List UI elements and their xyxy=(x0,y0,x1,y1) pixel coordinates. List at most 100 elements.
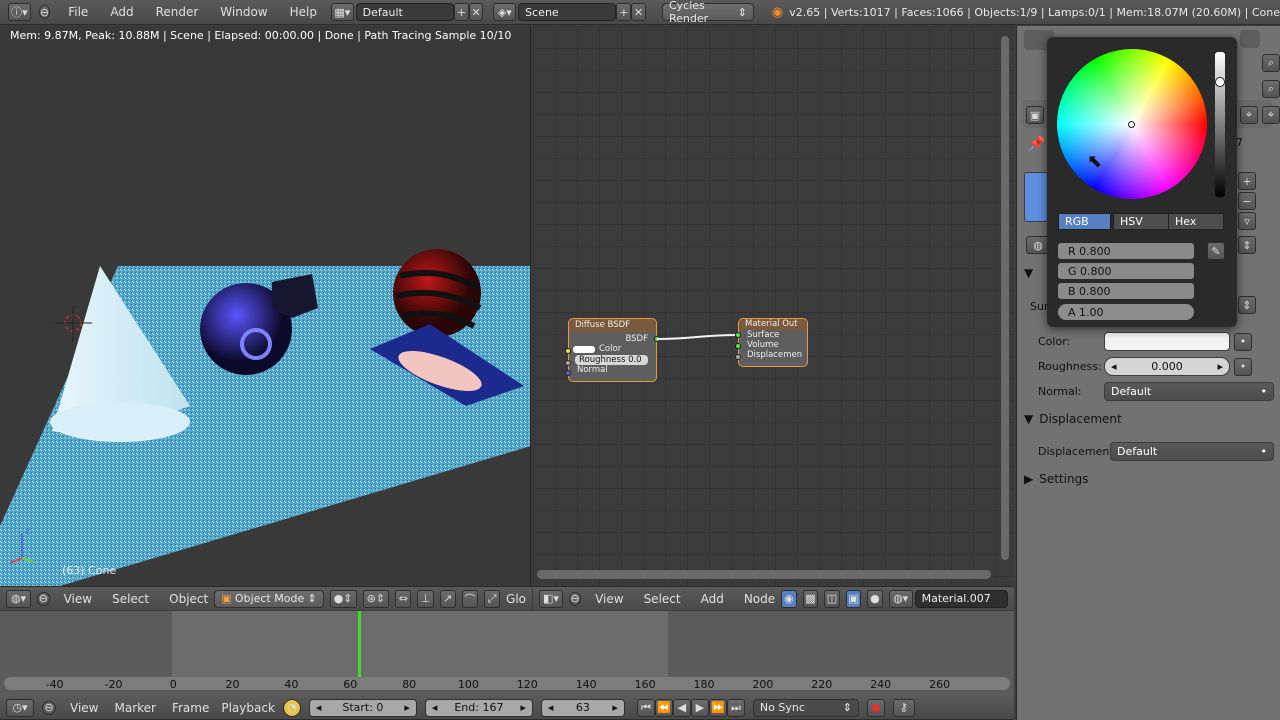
sync-select[interactable]: No Sync ⇕ xyxy=(752,698,859,717)
menu-render[interactable]: Render xyxy=(156,5,199,19)
end-frame-field[interactable]: ◂ End: 167 ▸ xyxy=(424,698,533,717)
play-icon[interactable]: ▶ xyxy=(690,698,709,717)
g-slider[interactable]: G 0.800 xyxy=(1057,262,1195,280)
add-scene-icon[interactable]: + xyxy=(616,3,632,21)
menu-view[interactable]: View xyxy=(70,701,98,715)
surface-menu-icon[interactable]: ⇕ xyxy=(1238,296,1256,314)
compositing-nodes-icon[interactable]: ▩ xyxy=(802,589,819,608)
menu-frame[interactable]: Frame xyxy=(172,701,209,715)
3d-viewport[interactable]: z Mem: 9.87M, Peak: 10.88M | Scene | Ela… xyxy=(0,26,531,586)
next-keyframe-icon[interactable]: ⏩ xyxy=(708,698,727,717)
manipulator-icon[interactable]: ⇔ xyxy=(395,589,412,608)
pivot-icon[interactable]: ⊛⇕ xyxy=(362,589,390,608)
b-slider[interactable]: B 0.800 xyxy=(1057,282,1195,300)
orientation-select[interactable]: Glo xyxy=(506,592,526,606)
add-slot-icon[interactable]: + xyxy=(1238,172,1256,190)
search-icon[interactable]: ⌕ xyxy=(1262,80,1280,98)
transform-icon[interactable]: ⤢ xyxy=(483,589,501,608)
menu-select[interactable]: Select xyxy=(644,592,681,606)
shader-nodes-icon[interactable]: ◉ xyxy=(781,589,797,608)
menu-file[interactable]: File xyxy=(68,5,88,19)
prev-keyframe-icon[interactable]: ⏪ xyxy=(654,698,673,717)
keying-icon[interactable]: ⚷ xyxy=(892,698,915,717)
collapse-icon[interactable]: ⊖ xyxy=(568,591,582,606)
color-link-icon[interactable]: • xyxy=(1234,332,1252,351)
menu-help[interactable]: Help xyxy=(290,5,317,19)
menu-window[interactable]: Window xyxy=(220,5,267,19)
scene-field[interactable]: Scene xyxy=(518,3,617,21)
color-swatch[interactable] xyxy=(1104,332,1230,351)
timeline-scrollbar[interactable] xyxy=(4,677,1010,690)
displacement-socket[interactable] xyxy=(735,354,741,360)
jump-start-icon[interactable]: ⏮ xyxy=(636,698,655,717)
tab-rgb[interactable]: RGB xyxy=(1058,213,1111,230)
editor-type-icon[interactable]: ◍▾ xyxy=(6,589,31,608)
surface-socket[interactable] xyxy=(735,332,741,338)
properties-tab-button[interactable] xyxy=(1240,30,1260,48)
info-editor-icon[interactable]: ⓘ▾ xyxy=(8,3,31,21)
viewport-shading-icon[interactable]: ●⇕ xyxy=(329,589,357,608)
collapse-icon[interactable]: ⊖ xyxy=(37,591,50,606)
menu-marker[interactable]: Marker xyxy=(114,701,155,715)
menu-node[interactable]: Node xyxy=(744,592,775,606)
remove-slot-icon[interactable]: − xyxy=(1238,192,1256,210)
pin-icon[interactable]: 📌 xyxy=(1028,136,1045,152)
rotate-icon[interactable]: ↗ xyxy=(439,589,456,608)
tab-hex[interactable]: Hex xyxy=(1168,213,1224,230)
object-icon[interactable]: ▣ xyxy=(845,589,862,608)
record-icon[interactable]: ● xyxy=(866,698,885,717)
displacement-section-header[interactable]: ▼ Displacement xyxy=(1024,412,1274,426)
wheel-cursor[interactable] xyxy=(1128,121,1135,128)
material-browse-icon[interactable]: ◍▾ xyxy=(888,589,913,608)
playhead[interactable] xyxy=(357,611,361,677)
remove-layout-icon[interactable]: ✕ xyxy=(468,3,484,21)
roughness-slider[interactable]: ◂ 0.000 ▸ xyxy=(1104,357,1230,376)
horizontal-scrollbar[interactable] xyxy=(537,570,991,579)
material-name-field[interactable]: Material.007 xyxy=(914,589,1008,608)
settings-section-header[interactable]: ▶ Settings xyxy=(1024,472,1274,486)
editor-type-icon[interactable]: ◷▾ xyxy=(6,698,34,717)
time-icon[interactable]: ◔ xyxy=(282,698,301,717)
editor-type-icon[interactable]: ◧▾ xyxy=(539,589,563,608)
menu-view[interactable]: View xyxy=(64,592,92,606)
roughness-link-icon[interactable]: • xyxy=(1234,357,1252,376)
add-layout-icon[interactable]: + xyxy=(454,3,469,21)
vertical-scrollbar[interactable] xyxy=(1001,36,1009,560)
world-tab-icon[interactable]: ⌖ xyxy=(1262,106,1280,124)
scene-icon[interactable]: ◈▾ xyxy=(493,3,517,21)
search-icon[interactable]: ⌕ xyxy=(1262,54,1280,72)
screen-layout-icon[interactable]: ▦▾ xyxy=(330,3,354,21)
render-tab-icon[interactable]: ▣ xyxy=(1026,106,1044,124)
translate-icon[interactable]: ⊥ xyxy=(417,589,434,608)
tab-hsv[interactable]: HSV xyxy=(1113,213,1169,230)
value-slider[interactable] xyxy=(1215,52,1225,197)
menu-view[interactable]: View xyxy=(595,592,623,606)
play-reverse-icon[interactable]: ◀ xyxy=(672,698,691,717)
screen-layout-field[interactable]: Default xyxy=(355,3,454,21)
r-slider[interactable]: R 0.800 xyxy=(1057,242,1195,260)
remove-scene-icon[interactable]: ✕ xyxy=(631,3,646,21)
node-editor[interactable]: Diffuse BSDF BSDF Color Roughness 0.0 No… xyxy=(533,26,1014,586)
eyedropper-icon[interactable]: ✎ xyxy=(1207,242,1225,260)
menu-object[interactable]: Object xyxy=(169,592,208,606)
mode-select[interactable]: ▣ Object Mode ⇕ xyxy=(214,589,324,608)
world-icon[interactable]: ● xyxy=(867,589,883,608)
jump-end-icon[interactable]: ⏭ xyxy=(726,698,745,717)
normal-select[interactable]: Default • xyxy=(1104,382,1274,401)
collapse-icon[interactable]: ⊖ xyxy=(42,700,56,715)
collapse-icon[interactable]: ⊖ xyxy=(38,5,51,19)
material-output-node[interactable]: Material Out Surface Volume Displacemen xyxy=(735,318,808,367)
menu-add[interactable]: Add xyxy=(701,592,724,606)
menu-playback[interactable]: Playback xyxy=(221,701,275,715)
scale-icon[interactable]: ⌒ xyxy=(461,589,478,608)
texture-nodes-icon[interactable]: ◫ xyxy=(824,589,840,608)
render-engine-select[interactable]: Cycles Render ⇕ xyxy=(661,0,754,25)
value-knob[interactable] xyxy=(1215,77,1225,87)
material-settings-icon[interactable]: ⇕ xyxy=(1238,236,1256,254)
menu-select[interactable]: Select xyxy=(112,592,149,606)
displacement-select[interactable]: Default • xyxy=(1110,442,1274,461)
current-frame-field[interactable]: ◂ 63 ▸ xyxy=(540,698,625,717)
start-frame-field[interactable]: ◂ Start: 0 ▸ xyxy=(308,698,417,717)
slot-menu-icon[interactable]: ▿ xyxy=(1238,212,1256,230)
a-slider[interactable]: A 1.00 xyxy=(1057,303,1195,321)
